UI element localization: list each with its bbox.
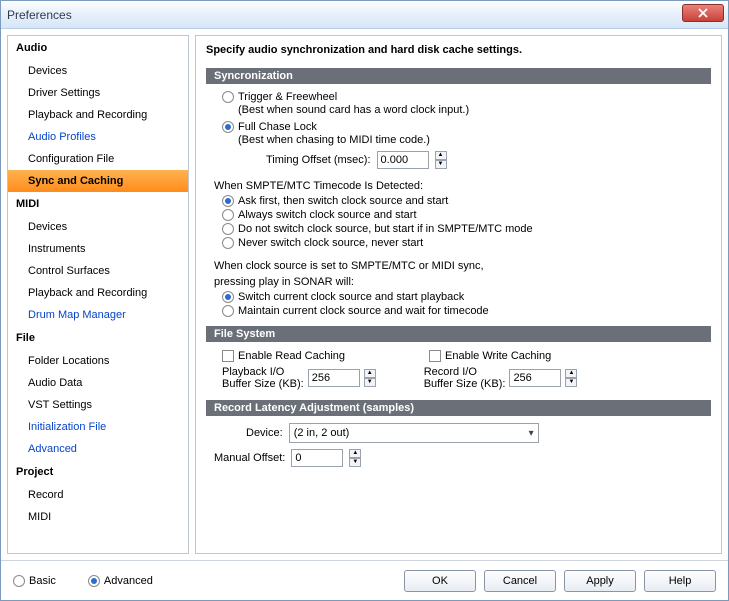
sidebar-category: File xyxy=(8,326,188,350)
category-sidebar[interactable]: AudioDevicesDriver SettingsPlayback and … xyxy=(7,35,189,554)
close-icon xyxy=(698,8,708,18)
sidebar-item[interactable]: Record xyxy=(8,484,188,506)
sidebar-category: Project xyxy=(8,460,188,484)
record-buffer-spinner[interactable]: ▲▼ xyxy=(565,369,577,387)
sidebar-item[interactable]: Devices xyxy=(8,60,188,82)
radio-smpte-option[interactable]: Never switch clock source, never start xyxy=(206,236,711,250)
window-title: Preferences xyxy=(7,8,72,22)
sidebar-item[interactable]: Playback and Recording xyxy=(8,104,188,126)
help-button[interactable]: Help xyxy=(644,570,716,592)
sidebar-item[interactable]: Folder Locations xyxy=(8,350,188,372)
titlebar: Preferences xyxy=(1,1,728,29)
sidebar-category: MIDI xyxy=(8,192,188,216)
device-label: Device: xyxy=(246,427,283,439)
preferences-window: Preferences AudioDevicesDriver SettingsP… xyxy=(0,0,729,601)
radio-play-option[interactable]: Maintain current clock source and wait f… xyxy=(206,304,711,318)
manual-offset-spinner[interactable]: ▲▼ xyxy=(349,449,361,467)
sidebar-item[interactable]: VST Settings xyxy=(8,394,188,416)
timing-offset-input[interactable] xyxy=(377,151,429,169)
ok-button[interactable]: OK xyxy=(404,570,476,592)
playback-buffer-spinner[interactable]: ▲▼ xyxy=(364,369,376,387)
section-filesystem-header: File System xyxy=(206,326,711,342)
section-sync-header: Syncronization xyxy=(206,68,711,84)
page-description: Specify audio synchronization and hard d… xyxy=(206,44,711,56)
hint-chase: (Best when chasing to MIDI time code.) xyxy=(206,134,711,150)
enable-read-caching[interactable]: Enable Read Caching xyxy=(222,350,345,362)
manual-offset-label: Manual Offset: xyxy=(214,452,285,464)
sidebar-item[interactable]: Advanced xyxy=(8,438,188,460)
timing-offset-label: Timing Offset (msec): xyxy=(266,154,371,166)
play-behavior-label1: When clock source is set to SMPTE/MTC or… xyxy=(206,258,711,274)
sidebar-item[interactable]: Audio Profiles xyxy=(8,126,188,148)
sidebar-item[interactable]: Initialization File xyxy=(8,416,188,438)
sidebar-item[interactable]: Devices xyxy=(8,216,188,238)
sidebar-category: Audio xyxy=(8,36,188,60)
radio-smpte-option[interactable]: Do not switch clock source, but start if… xyxy=(206,222,711,236)
radio-trigger-freewheel[interactable]: Trigger & Freewheel xyxy=(206,90,711,104)
sidebar-item[interactable]: Control Surfaces xyxy=(8,260,188,282)
record-buffer-input[interactable] xyxy=(509,369,561,387)
playback-buffer-label2: Buffer Size (KB): xyxy=(222,378,304,390)
main-panel: Specify audio synchronization and hard d… xyxy=(195,35,722,554)
sidebar-item[interactable]: Playback and Recording xyxy=(8,282,188,304)
playback-buffer-input[interactable] xyxy=(308,369,360,387)
radio-smpte-option[interactable]: Always switch clock source and start xyxy=(206,208,711,222)
radio-smpte-option[interactable]: Ask first, then switch clock source and … xyxy=(206,194,711,208)
radio-play-option[interactable]: Switch current clock source and start pl… xyxy=(206,290,711,304)
sidebar-item[interactable]: Drum Map Manager xyxy=(8,304,188,326)
sidebar-item[interactable]: Sync and Caching xyxy=(8,170,188,192)
sidebar-item[interactable]: Configuration File xyxy=(8,148,188,170)
footer: Basic Advanced OK Cancel Apply Help xyxy=(1,560,728,600)
device-dropdown[interactable]: (2 in, 2 out) xyxy=(289,423,539,443)
sidebar-item[interactable]: Driver Settings xyxy=(8,82,188,104)
sidebar-item[interactable]: MIDI xyxy=(8,506,188,528)
sidebar-item[interactable]: Audio Data xyxy=(8,372,188,394)
play-behavior-label2: pressing play in SONAR will: xyxy=(206,274,711,290)
radio-full-chase-lock[interactable]: Full Chase Lock xyxy=(206,120,711,134)
apply-button[interactable]: Apply xyxy=(564,570,636,592)
content-area: AudioDevicesDriver SettingsPlayback and … xyxy=(1,29,728,560)
record-buffer-label1: Record I/O xyxy=(424,366,506,378)
sidebar-item[interactable]: Instruments xyxy=(8,238,188,260)
hint-trigger: (Best when sound card has a word clock i… xyxy=(206,104,711,120)
enable-write-caching[interactable]: Enable Write Caching xyxy=(429,350,551,362)
cancel-button[interactable]: Cancel xyxy=(484,570,556,592)
mode-advanced[interactable]: Advanced xyxy=(88,575,153,587)
smpte-detected-label: When SMPTE/MTC Timecode Is Detected: xyxy=(206,178,711,194)
manual-offset-input[interactable] xyxy=(291,449,343,467)
mode-basic[interactable]: Basic xyxy=(13,575,56,587)
record-buffer-label2: Buffer Size (KB): xyxy=(424,378,506,390)
section-latency-header: Record Latency Adjustment (samples) xyxy=(206,400,711,416)
playback-buffer-label1: Playback I/O xyxy=(222,366,304,378)
timing-offset-spinner[interactable]: ▲▼ xyxy=(435,151,447,169)
close-button[interactable] xyxy=(682,4,724,22)
